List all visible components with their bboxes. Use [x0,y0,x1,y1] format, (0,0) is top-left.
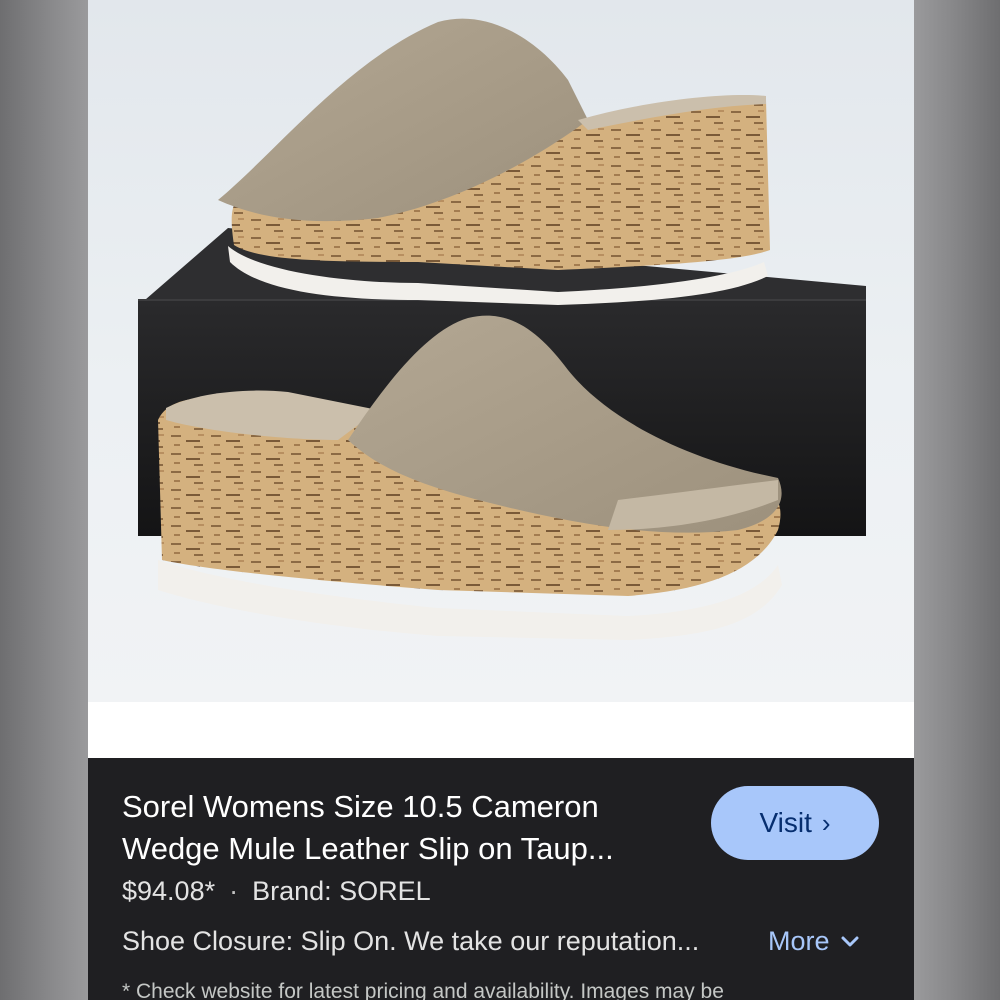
product-title[interactable]: Sorel Womens Size 10.5 Cameron Wedge Mul… [122,786,682,870]
image-padding [88,702,914,758]
shoe-illustration [138,18,866,640]
product-image[interactable] [88,0,914,702]
more-button[interactable]: More [768,926,860,957]
product-info-panel: Sorel Womens Size 10.5 Cameron Wedge Mul… [88,758,914,1000]
left-blur-border [0,0,88,1000]
more-label: More [768,926,830,956]
visit-label: Visit [759,807,812,838]
price: $94.08* [122,876,216,906]
chevron-right-icon: › [821,808,831,838]
right-blur-border [914,0,1000,1000]
pricing-disclaimer: * Check website for latest pricing and a… [122,980,724,1000]
product-card: Sorel Womens Size 10.5 Cameron Wedge Mul… [88,0,914,1000]
visit-button[interactable]: Visit › [711,786,879,860]
meta-separator: · [229,876,239,906]
chevron-down-icon [841,936,859,946]
product-meta: $94.08* · Brand: SOREL [122,876,431,907]
product-description: Shoe Closure: Slip On. We take our reput… [122,926,700,956]
brand: Brand: SOREL [252,876,431,906]
